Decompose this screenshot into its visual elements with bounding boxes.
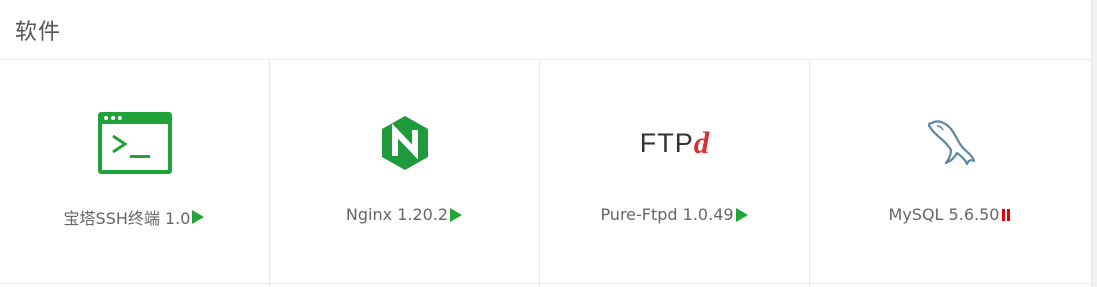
software-name: 宝塔SSH终端 1.0 (63, 209, 191, 228)
ftpd-logo-suffix: d (693, 125, 710, 160)
nginx-icon (270, 110, 539, 176)
software-panel: 软件 宝塔SSH终端 1.0 Nginx 1.20.2 FTP d Pure-F… (0, 0, 1092, 287)
play-triangle-icon (735, 207, 749, 223)
software-card-pure-ftpd[interactable]: FTP d Pure-Ftpd 1.0.49 (540, 60, 810, 287)
software-card-ssh-terminal[interactable]: 宝塔SSH终端 1.0 (0, 60, 270, 287)
software-name: Nginx 1.20.2 (345, 205, 449, 224)
panel-header: 软件 (0, 0, 1091, 60)
software-name: Pure-Ftpd 1.0.49 (600, 205, 734, 224)
ftpd-logo-text: FTP (639, 127, 694, 158)
play-triangle-icon (449, 207, 463, 223)
pause-icon (1000, 207, 1012, 223)
panel-title: 软件 (15, 19, 62, 45)
play-triangle-icon (191, 209, 205, 225)
ftpd-icon: FTP d (540, 110, 809, 176)
software-card-mysql[interactable]: MySQL 5.6.50 (810, 60, 1091, 287)
software-card-nginx[interactable]: Nginx 1.20.2 (270, 60, 540, 287)
software-name: MySQL 5.6.50 (888, 205, 1000, 224)
mysql-dolphin-icon (810, 110, 1091, 176)
terminal-icon (0, 110, 269, 176)
software-grid: 宝塔SSH终端 1.0 Nginx 1.20.2 FTP d Pure-Ftpd… (0, 60, 1091, 287)
